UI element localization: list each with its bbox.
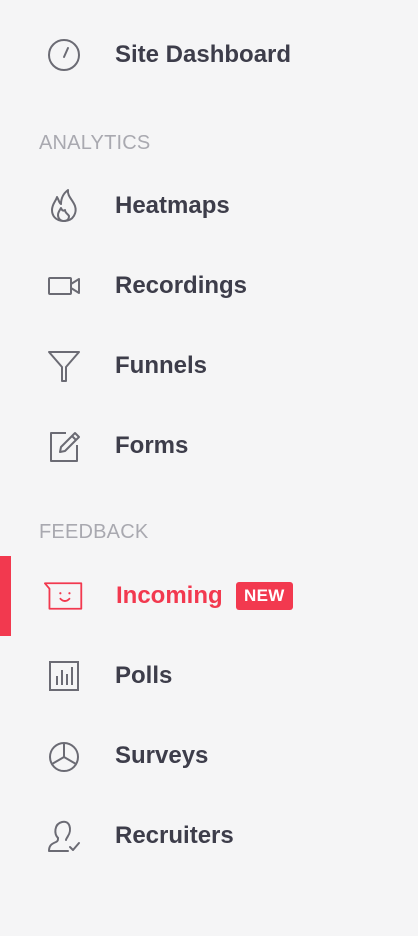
video-camera-icon	[44, 268, 84, 304]
section-header-feedback: FEEDBACK	[39, 521, 149, 543]
sidebar-item-incoming[interactable]: Incoming NEW	[0, 556, 418, 636]
sidebar-item-forms[interactable]: Forms	[0, 406, 418, 486]
sidebar-item-label: Site Dashboard	[115, 41, 292, 68]
new-badge: NEW	[236, 582, 293, 610]
sidebar-item-label: Recordings	[115, 272, 248, 299]
sidebar-item-polls[interactable]: Polls	[0, 636, 418, 716]
section-header-analytics: ANALYTICS	[39, 132, 151, 154]
sidebar-item-label: Incoming	[116, 582, 223, 609]
gauge-icon	[44, 37, 84, 73]
sidebar-item-label: Surveys	[115, 742, 209, 769]
active-indicator	[0, 556, 11, 636]
funnel-icon	[44, 348, 84, 384]
sidebar-item-funnels[interactable]: Funnels	[0, 326, 418, 406]
sidebar-item-recordings[interactable]: Recordings	[0, 246, 418, 326]
flame-icon	[44, 188, 84, 224]
sidebar-item-label: Forms	[115, 432, 189, 459]
user-check-icon	[44, 818, 84, 854]
sidebar-item-label: Polls	[115, 662, 173, 689]
sidebar-item-surveys[interactable]: Surveys	[0, 716, 418, 796]
sidebar-item-label: Funnels	[115, 352, 208, 379]
sidebar-nav: Site Dashboard ANALYTICS Heatmaps Record…	[0, 0, 418, 936]
sidebar-item-site-dashboard[interactable]: Site Dashboard	[0, 15, 418, 95]
pie-chart-icon	[44, 738, 84, 774]
edit-form-icon	[44, 428, 84, 464]
bar-chart-icon	[44, 658, 84, 694]
sidebar-item-heatmaps[interactable]: Heatmaps	[0, 166, 418, 246]
sidebar-item-label: Heatmaps	[115, 192, 230, 219]
sidebar-item-recruiters[interactable]: Recruiters	[0, 796, 418, 876]
sidebar-item-label: Recruiters	[115, 822, 234, 849]
smiley-chat-icon	[44, 578, 84, 614]
